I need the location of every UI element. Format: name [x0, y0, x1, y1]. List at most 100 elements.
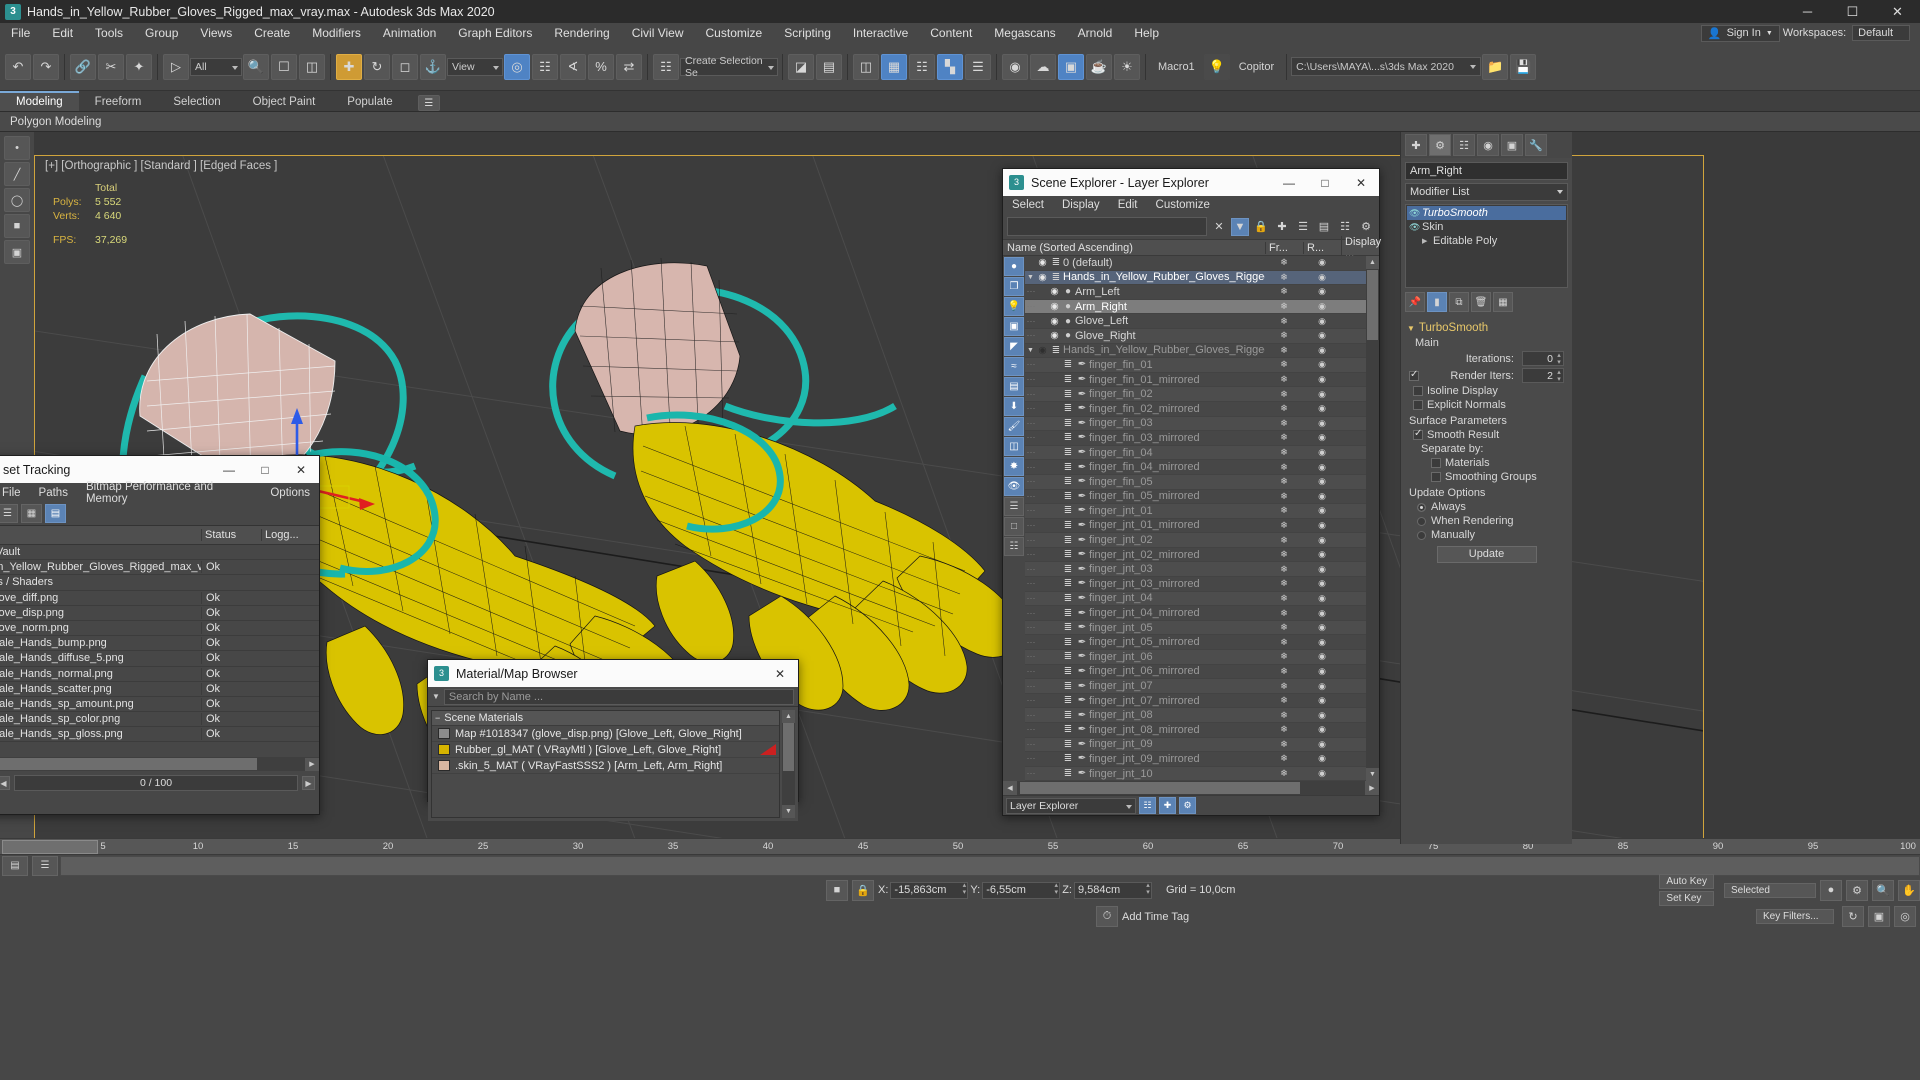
scene-explorer-row[interactable]: ⋯ ≣ ✒ finger_jnt_07_mirrored ❄ ◉ [1025, 693, 1379, 709]
row-column-cell[interactable]: ◉ [1303, 535, 1341, 546]
coord-z-field[interactable]: 9,584cm [1073, 881, 1152, 899]
row-column-cell[interactable]: ◉ [1303, 476, 1341, 487]
ribbon-tab-selection[interactable]: Selection [157, 93, 236, 111]
timeline-slider-bar[interactable]: 0510152025303540455055606570758085909510… [0, 838, 1920, 854]
poly-polygon-icon[interactable]: ■ [4, 214, 30, 238]
chevron-down-icon-rollout[interactable]: ▼ [1407, 324, 1415, 333]
scene-explorer-row[interactable]: ⋯ ≣ ✒ finger_jnt_09 ❄ ◉ [1025, 737, 1379, 753]
scene-explorer-row[interactable]: ⋯ ≣ ✒ finger_jnt_01 ❄ ◉ [1025, 504, 1379, 519]
matmap-search-input[interactable]: Search by Name ... [443, 688, 794, 705]
pivot-center-icon[interactable]: ◎ [504, 53, 530, 80]
polygon-modeling-label[interactable]: Polygon Modeling [0, 116, 111, 128]
row-column-cell[interactable]: ❄ [1265, 491, 1303, 502]
scene-explorer-close[interactable]: ✕ [1343, 169, 1379, 196]
scene-explorer-dialog[interactable]: 3 Scene Explorer - Layer Explorer — □ ✕ … [1002, 168, 1381, 816]
ribbon-tab-object-paint[interactable]: Object Paint [237, 93, 332, 111]
add-layer-icon[interactable]: ✚ [1273, 218, 1291, 236]
row-column-cell[interactable]: ◉ [1303, 739, 1341, 750]
matmap-scroll-down[interactable]: ▼ [782, 805, 795, 818]
menu-item-modifiers[interactable]: Modifiers [301, 23, 372, 43]
at-menu-options[interactable]: Options [261, 487, 319, 499]
render-iters-checkbox[interactable] [1409, 369, 1419, 381]
reference-coordinate-dropdown[interactable]: View [447, 57, 503, 76]
poly-element-icon[interactable]: ▣ [4, 240, 30, 264]
ribbon-menu-icon[interactable]: ☰ [417, 95, 440, 111]
tab-hierarchy-icon[interactable]: ☷ [1453, 134, 1475, 156]
viewport-label[interactable]: [+] [Orthographic ] [Standard ] [Edged F… [45, 160, 277, 172]
scene-explorer-row[interactable]: ⋯ ≣ ✒ finger_jnt_01_mirrored ❄ ◉ [1025, 518, 1379, 534]
row-column-cell[interactable]: ❄ [1265, 286, 1303, 297]
row-column-cell[interactable]: ◉ [1303, 418, 1341, 429]
row-column-cell[interactable]: ◉ [1303, 389, 1341, 400]
iterations-spinner[interactable]: 0 [1522, 351, 1564, 366]
select-link-icon[interactable]: 🔗 [70, 53, 96, 80]
scene-explorer-icon[interactable]: ▦ [881, 53, 907, 80]
asset-tracking-row[interactable]: Maps / Shaders [0, 575, 319, 591]
scene-explorer-row[interactable]: ⋯ ≣ ✒ finger_fin_02 ❄ ◉ [1025, 387, 1379, 402]
more-layers-icon[interactable]: ⚙ [1357, 218, 1375, 236]
scene-explorer-row[interactable]: ⋯ ≣ ✒ finger_fin_05 ❄ ◉ [1025, 474, 1379, 490]
close-button[interactable]: ✕ [1875, 0, 1920, 23]
auto-key-button[interactable]: Auto Key [1659, 874, 1714, 889]
undo-icon[interactable]: ↶ [5, 53, 31, 80]
modifier-stack-row-editable-poly[interactable]: 👁 ▶ Editable Poly [1407, 234, 1566, 248]
se-light-icon[interactable]: 💡 [1004, 297, 1024, 316]
scene-explorer-minimize[interactable]: — [1271, 169, 1307, 196]
asset-tracking-row[interactable]: ▣Male_Hands_sp_amount.pngOk [0, 696, 319, 713]
row-column-cell[interactable]: ❄ [1265, 739, 1303, 750]
at-hscroll-right[interactable]: ▶ [305, 757, 319, 771]
footer-layers-icon[interactable]: ☷ [1139, 797, 1156, 814]
tab-motion-icon[interactable]: ◉ [1477, 134, 1499, 156]
material-row[interactable]: Rubber_gl_MAT ( VRayMtl ) [Glove_Left, G… [432, 742, 779, 758]
scene-explorer-row[interactable]: ⋯ ≣ ✒ finger_jnt_03_mirrored ❄ ◉ [1025, 577, 1379, 592]
row-column-cell[interactable]: ❄ [1265, 359, 1303, 370]
asset-tracking-row[interactable]: ▣Male_Hands_diffuse_5.pngOk [0, 651, 319, 667]
asset-tracking-minimize[interactable]: — [211, 456, 247, 483]
pin-stack-icon[interactable]: 📌 [1405, 292, 1425, 312]
menu-item-help[interactable]: Help [1123, 23, 1170, 43]
visibility-eye-icon[interactable]: ◉ [1048, 286, 1061, 297]
row-column-cell[interactable]: ◉ [1303, 651, 1341, 662]
row-column-cell[interactable]: ❄ [1265, 374, 1303, 385]
menu-item-animation[interactable]: Animation [372, 23, 447, 43]
scene-explorer-row[interactable]: ▼ ◉ ≣ Hands_in_Yellow_Rubber_Gloves_Rigged ❄… [1025, 270, 1379, 286]
update-always-radio[interactable]: Always [1403, 500, 1570, 514]
scene-explorer-row[interactable]: ⋯ ◉ ● Arm_Right ❄ ◉ [1025, 299, 1379, 315]
se-menu-display[interactable]: Display [1053, 199, 1109, 211]
at-col-logged[interactable]: Logg... [261, 529, 319, 541]
at-hscroll-thumb[interactable] [0, 758, 257, 770]
row-column-cell[interactable]: ◉ [1303, 753, 1341, 764]
scene-explorer-row[interactable]: ⋯ ≣ ✒ finger_jnt_08 ❄ ◉ [1025, 708, 1379, 723]
poly-edge-icon[interactable]: ╱ [4, 162, 30, 186]
orbit-icon[interactable]: ↻ [1842, 906, 1864, 927]
se-list-icon[interactable]: ☰ [1004, 497, 1024, 516]
set-key-button[interactable]: Set Key [1659, 891, 1714, 906]
menu-item-civil-view[interactable]: Civil View [621, 23, 695, 43]
menu-item-customize[interactable]: Customize [695, 23, 774, 43]
scene-explorer-vscrollbar[interactable]: ▲ ▼ [1366, 256, 1379, 781]
se-shapes-icon[interactable]: ❐ [1004, 277, 1024, 296]
hscroll-track[interactable] [1017, 782, 1365, 794]
row-column-cell[interactable]: ❄ [1265, 447, 1303, 458]
scene-explorer-row[interactable]: ⋯ ≣ ✒ finger_jnt_07 ❄ ◉ [1025, 679, 1379, 694]
at-menu-bitmap[interactable]: Bitmap Performance and Memory [77, 481, 261, 505]
progress-next-arrow[interactable]: ▶ [302, 776, 315, 790]
row-column-cell[interactable]: ◉ [1303, 593, 1341, 604]
menu-item-rendering[interactable]: Rendering [543, 23, 620, 43]
filter-icon[interactable]: ▼ [1231, 217, 1249, 236]
se-bone-icon[interactable]: 🖌 [1004, 417, 1024, 436]
snap-toggle-icon[interactable]: ☷ [532, 53, 558, 80]
layer-explorer-icon[interactable]: ◫ [853, 53, 879, 80]
named-selection-sets-icon[interactable]: ☷ [653, 53, 679, 80]
row-column-cell[interactable]: ❄ [1265, 520, 1303, 531]
zoom-extents-icon[interactable]: 🔍 [1872, 879, 1894, 901]
lightbulb-icon[interactable]: 💡 [1203, 53, 1230, 80]
scene-explorer-row[interactable]: ⋯ ≣ ✒ finger_jnt_04_mirrored ❄ ◉ [1025, 606, 1379, 621]
asset-tracking-row[interactable]: ▣glove_norm.pngOk [0, 620, 319, 637]
align-icon[interactable]: ▤ [816, 53, 842, 80]
folder-icon[interactable]: 📁 [1482, 53, 1509, 80]
menu-item-megascans[interactable]: Megascans [983, 23, 1066, 43]
asset-tracking-row[interactable]: ▣Male_Hands_normal.pngOk [0, 666, 319, 682]
layer-tree-icon[interactable]: ▤ [1315, 218, 1333, 236]
row-column-cell[interactable]: ◉ [1303, 637, 1341, 648]
